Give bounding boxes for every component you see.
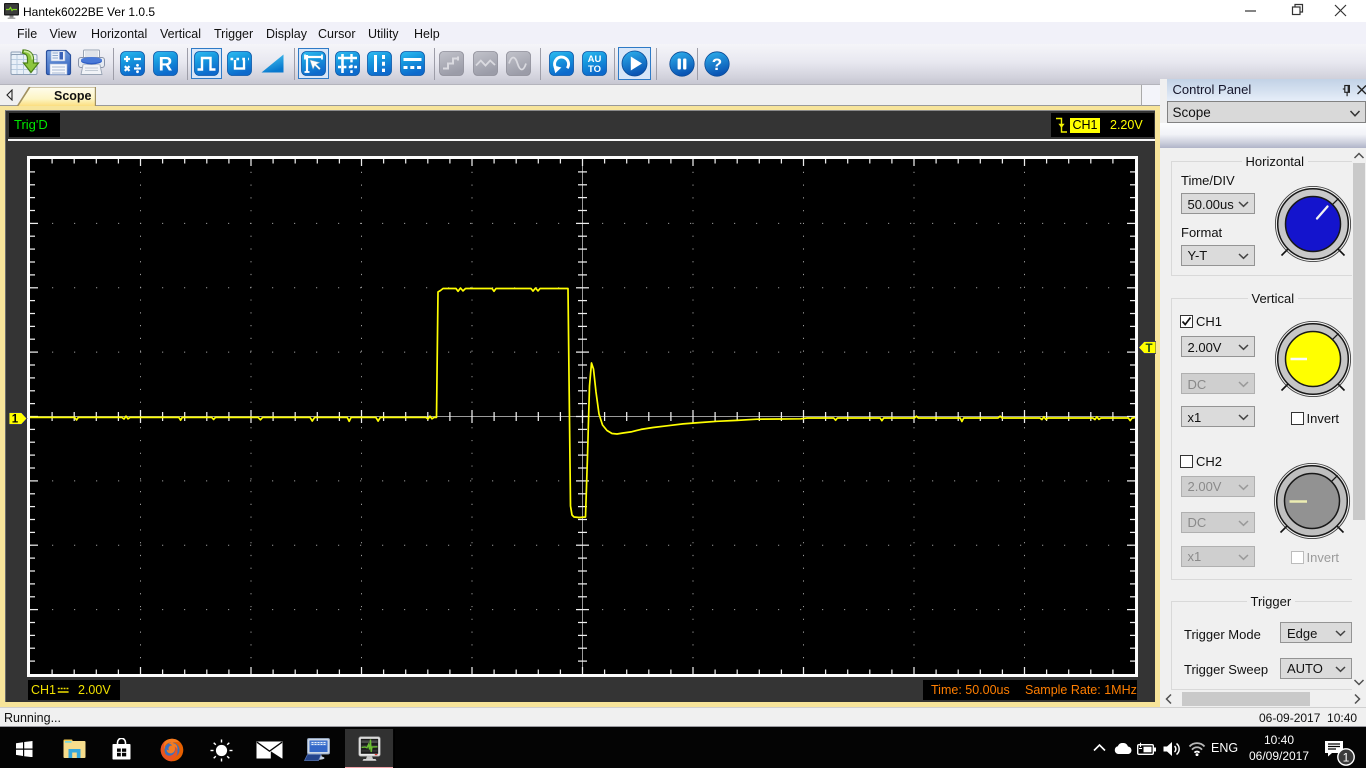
svg-text:1: 1 xyxy=(12,414,19,426)
svg-text:TO: TO xyxy=(587,64,600,75)
svg-text:T: T xyxy=(1145,343,1152,355)
svg-text:R: R xyxy=(158,55,172,76)
svg-text:1: 1 xyxy=(1343,751,1350,765)
svg-text:?: ? xyxy=(712,55,722,74)
